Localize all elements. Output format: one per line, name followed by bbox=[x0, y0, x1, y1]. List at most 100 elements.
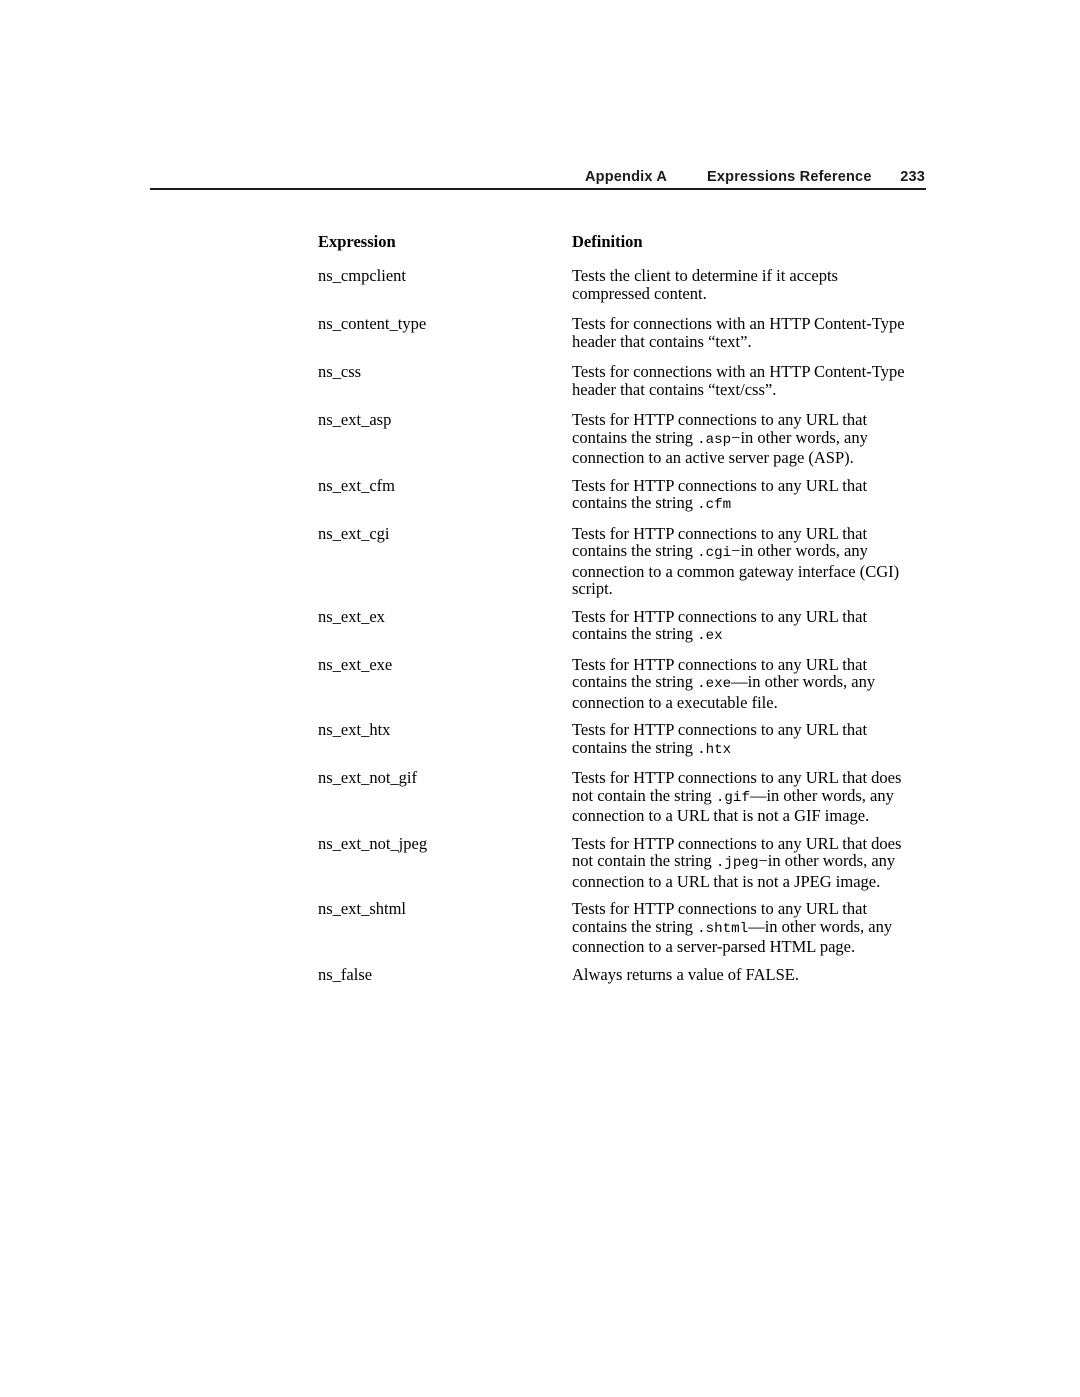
definition-line: script. bbox=[572, 580, 928, 598]
definition-line: Tests for HTTP connections to any URL th… bbox=[572, 411, 928, 429]
expression-name: ns_css bbox=[318, 362, 362, 381]
definition-text: Tests for connections with an HTTP Conte… bbox=[572, 314, 905, 333]
definition-text: not contain the string bbox=[572, 851, 716, 870]
expression-definition: Tests for connections with an HTTP Conte… bbox=[572, 315, 928, 350]
definition-line: Tests for connections with an HTTP Conte… bbox=[572, 315, 928, 333]
table-row: ns_ext_exe Tests for HTTP connections to … bbox=[318, 654, 928, 712]
code-literal: .asp bbox=[697, 431, 732, 448]
table-row: ns_ext_shtml Tests for HTTP connections t… bbox=[318, 899, 928, 956]
definition-line: connection to an active server page (ASP… bbox=[572, 449, 928, 467]
expression-definition: Tests for HTTP connections to any URL th… bbox=[572, 900, 928, 956]
expression-definition: Tests for HTTP connections to any URL th… bbox=[572, 606, 928, 646]
code-literal: .cgi bbox=[697, 545, 732, 561]
table-row: ns_ext_not_jpeg Tests for HTTP connection… bbox=[318, 833, 928, 891]
definition-line: Tests for HTTP connections to any URL th… bbox=[572, 721, 928, 739]
running-header: Appendix A Expressions Reference 233 bbox=[150, 168, 925, 190]
expression-definition: Tests for HTTP connections to any URL th… bbox=[572, 655, 928, 712]
definition-line: Tests for HTTP connections to any URL th… bbox=[572, 606, 928, 626]
definition-line: Tests the client to determine if it acce… bbox=[572, 267, 928, 285]
definition-text: Tests for HTTP connections to any URL th… bbox=[572, 606, 868, 626]
definition-text: contains the string bbox=[572, 672, 698, 691]
definition-text: Tests for HTTP connections to any URL th… bbox=[572, 768, 902, 787]
definition-text: −in other words, any bbox=[758, 851, 896, 870]
definition-text: script. bbox=[572, 579, 613, 598]
definition-text: connection to a URL that is not a JPEG i… bbox=[572, 871, 881, 891]
header-page-number: 233 bbox=[900, 169, 925, 185]
definition-line: connection to a executable file. bbox=[572, 692, 928, 712]
expression-definition: Tests the client to determine if it acce… bbox=[572, 267, 928, 302]
definition-line: contains the string .cgi−in other words,… bbox=[572, 542, 928, 563]
definition-line: contains the string .ex bbox=[572, 625, 928, 646]
expression-name: ns_ext_shtml bbox=[318, 899, 407, 918]
expression-name: ns_ext_ex bbox=[318, 606, 385, 626]
expression-definition: Tests for HTTP connections to any URL th… bbox=[572, 523, 928, 598]
table-row: ns_cmpclient Tests the client to determin… bbox=[318, 267, 928, 302]
definition-line: Tests for HTTP connections to any URL th… bbox=[572, 655, 928, 674]
definition-line: header that contains “text/css”. bbox=[572, 380, 928, 399]
definition-text: contains the string bbox=[572, 737, 698, 757]
definition-text: Tests for HTTP connections to any URL th… bbox=[572, 523, 868, 543]
definition-line: not contain the string .gif—in other wor… bbox=[572, 785, 928, 808]
definition-text: connection to a server-parsed HTML page. bbox=[572, 937, 856, 956]
expression-definition: Tests for HTTP connections to any URL th… bbox=[572, 475, 928, 515]
expression-name: ns_cmpclient bbox=[318, 266, 406, 285]
definition-line: header that contains “text”. bbox=[572, 332, 928, 351]
table-row: ns_ext_ex Tests for HTTP connections to a… bbox=[318, 606, 928, 646]
table-row: ns_ext_asp Tests for HTTP connections to … bbox=[318, 411, 928, 467]
definition-line: Tests for HTTP connections to any URL th… bbox=[572, 900, 928, 918]
definition-line: contains the string .htx bbox=[572, 737, 928, 760]
definition-text: compressed content. bbox=[572, 283, 707, 303]
code-literal: .gif bbox=[715, 789, 750, 806]
table-row: ns_content_type Tests for connections wit… bbox=[318, 315, 928, 350]
expression-name: ns_ext_exe bbox=[318, 654, 393, 674]
expression-definition: Tests for HTTP connections to any URL th… bbox=[572, 721, 928, 759]
definition-line: compressed content. bbox=[572, 283, 928, 303]
definition-line: contains the string .shtml—in other word… bbox=[572, 916, 928, 939]
definition-line: connection to a common gateway interface… bbox=[572, 562, 928, 581]
definition-line: Tests for connections with an HTTP Conte… bbox=[572, 363, 928, 381]
expression-name: ns_ext_not_gif bbox=[318, 768, 417, 787]
definition-line: Tests for HTTP connections to any URL th… bbox=[572, 833, 928, 853]
expression-definition: Tests for HTTP connections to any URL th… bbox=[572, 411, 928, 467]
code-literal: .exe bbox=[697, 676, 732, 692]
expression-definition: Tests for connections with an HTTP Conte… bbox=[572, 363, 928, 398]
definition-text: connection to a executable file. bbox=[572, 692, 778, 712]
definition-line: connection to a URL that is not a GIF im… bbox=[572, 807, 928, 825]
definition-text: not contain the string bbox=[572, 785, 716, 805]
code-literal: .ex bbox=[697, 628, 723, 644]
table-row: ns_false Always returns a value of FALSE. bbox=[318, 964, 928, 984]
definition-text: —in other words, any bbox=[748, 916, 893, 936]
definition-line: Tests for HTTP connections to any URL th… bbox=[572, 769, 928, 787]
expression-name: ns_ext_htx bbox=[318, 720, 391, 739]
definition-text: −in other words, any bbox=[731, 427, 868, 447]
expression-definition: Tests for HTTP connections to any URL th… bbox=[572, 833, 928, 891]
expression-name: ns_content_type bbox=[318, 314, 427, 333]
definition-line: Tests for HTTP connections to any URL th… bbox=[572, 523, 928, 543]
definition-text: Tests for HTTP connections to any URL th… bbox=[572, 899, 868, 918]
definition-text: Tests for HTTP connections to any URL th… bbox=[572, 833, 902, 853]
definition-text: connection to an active server page (ASP… bbox=[572, 448, 854, 467]
table-body: ns_cmpclient Tests the client to determin… bbox=[318, 267, 928, 983]
definition-text: contains the string bbox=[572, 624, 698, 643]
code-literal: .jpeg bbox=[715, 855, 759, 871]
definition-text: Tests for HTTP connections to any URL th… bbox=[572, 475, 868, 495]
definition-line: contains the string .asp−in other words,… bbox=[572, 427, 928, 450]
column-header-expression: Expression bbox=[318, 232, 396, 251]
definition-text: contains the string bbox=[572, 493, 698, 512]
expression-name: ns_ext_cfm bbox=[318, 475, 395, 495]
table-row: ns_ext_cfm Tests for HTTP connections to … bbox=[318, 475, 928, 515]
definition-text: −in other words, any bbox=[731, 541, 868, 560]
code-literal: .cfm bbox=[697, 497, 732, 513]
definition-text: —in other words, any bbox=[731, 672, 876, 691]
table-row: ns_ext_cgi Tests for HTTP connections to … bbox=[318, 523, 928, 598]
expression-name: ns_ext_not_jpeg bbox=[318, 833, 428, 853]
header-divider-rule bbox=[150, 188, 926, 190]
definition-line: connection to a URL that is not a JPEG i… bbox=[572, 871, 928, 891]
table-row: ns_ext_not_gif Tests for HTTP connections… bbox=[318, 768, 928, 825]
definition-text: Tests for HTTP connections to any URL th… bbox=[572, 410, 868, 429]
definition-text: Tests the client to determine if it acce… bbox=[572, 266, 838, 285]
definition-text: connection to a URL that is not a GIF im… bbox=[572, 806, 870, 825]
definition-text: Always returns a value of FALSE. bbox=[572, 964, 799, 984]
definition-line: Tests for HTTP connections to any URL th… bbox=[572, 475, 928, 495]
expression-definition: Tests for HTTP connections to any URL th… bbox=[572, 769, 928, 825]
